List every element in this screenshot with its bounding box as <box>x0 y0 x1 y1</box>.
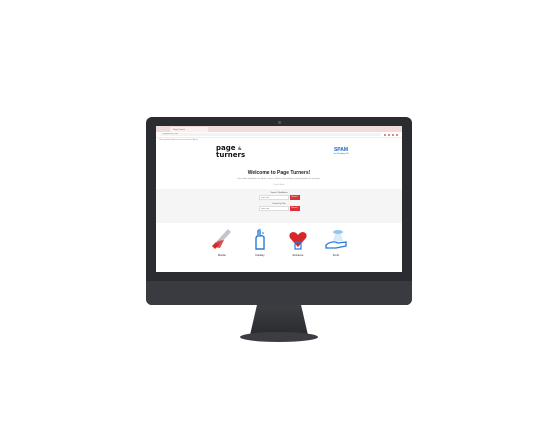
search-group-1: Search Title/Author Search <box>156 189 402 200</box>
browser-tab[interactable]: Page Turners <box>170 127 208 132</box>
profile-icon[interactable] <box>392 133 394 136</box>
search-button-2[interactable]: Search <box>289 206 300 211</box>
extensions-icon[interactable] <box>388 133 390 136</box>
magic-hand-icon <box>255 228 265 250</box>
url-field[interactable]: pageturners.com <box>160 133 381 136</box>
knife-icon <box>212 229 231 249</box>
genre-label: Romance <box>292 254 304 257</box>
genre-label: Murder <box>218 254 226 257</box>
heart-icon <box>289 232 307 250</box>
genre-murder[interactable]: Murder <box>210 227 234 257</box>
search-label-1: Search Title/Author <box>270 192 288 194</box>
screen: Page Turners pageturners.com Library Boo… <box>156 126 402 272</box>
search-label-2: Search by Title <box>272 203 286 205</box>
search-input-1[interactable] <box>258 195 289 200</box>
ufo-hand-icon <box>325 230 347 249</box>
genre-romance[interactable]: Romance <box>286 227 310 257</box>
genre-label: Sci-Fi <box>332 254 340 257</box>
bookmark-star-icon[interactable] <box>384 133 386 136</box>
genre-label: Fantasy <box>255 254 265 257</box>
genre-list: Murder Fantasy Romance Sci-Fi <box>156 227 402 257</box>
intro-text: Your online destination for books, stori… <box>237 178 321 180</box>
search-input-2[interactable] <box>258 206 289 211</box>
logo-text-bottom: turners <box>216 151 246 159</box>
monitor-stand <box>250 305 308 335</box>
genre-scifi[interactable]: Sci-Fi <box>324 227 348 257</box>
site-header: page & turners SPAM Get Reading Gift <box>156 142 402 172</box>
find-book-text: Find a Book <box>273 184 285 186</box>
camera-dot <box>278 121 281 124</box>
search-button-1[interactable]: Search <box>289 195 300 200</box>
promo-badge[interactable]: SPAM Get Reading Gift <box>332 148 350 160</box>
monitor-base <box>240 332 318 342</box>
search-section: Search Title/Author Search Search by Tit… <box>156 189 402 223</box>
browser-toolbar-icons <box>384 133 398 136</box>
site-logo[interactable]: page & turners <box>216 145 245 159</box>
search-group-2: Search by Title Search <box>156 200 402 211</box>
monitor-chin <box>146 281 412 305</box>
badge-subtitle: Get Reading Gift <box>333 153 349 155</box>
tab-title: Page Turners <box>173 128 186 131</box>
genre-fantasy[interactable]: Fantasy <box>248 227 272 257</box>
menu-dots-icon[interactable] <box>396 133 398 136</box>
